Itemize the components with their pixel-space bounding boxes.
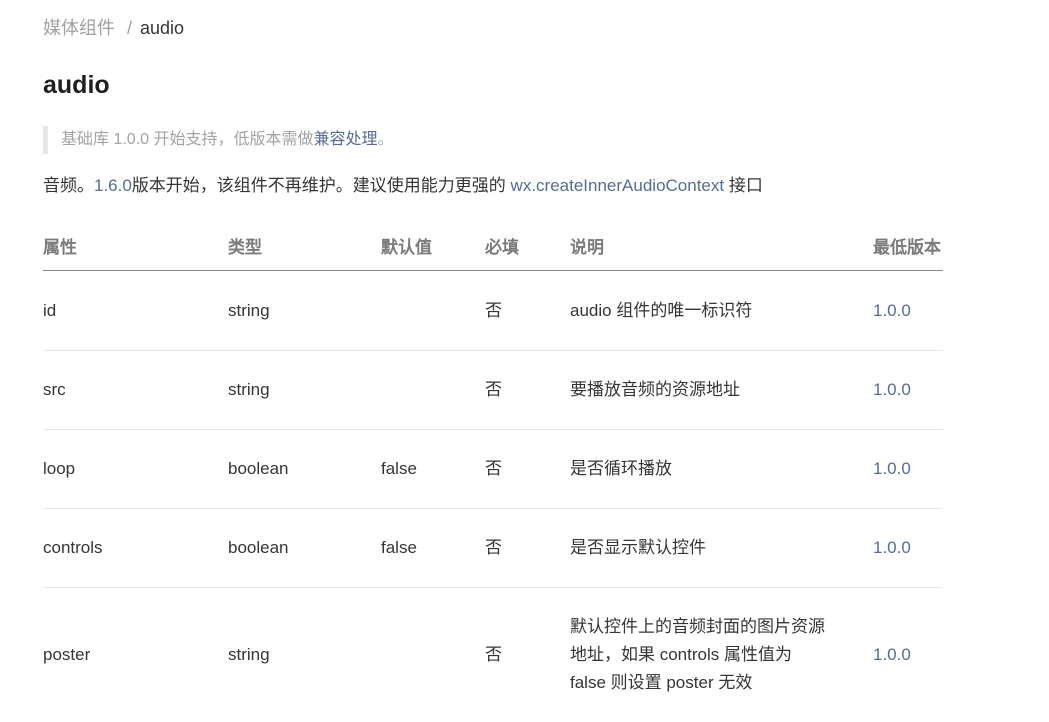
description-text: 默认控件上的音频封面的图片资源地址，如果 controls 属性值为 false… bbox=[570, 613, 832, 697]
header-description: 说明 bbox=[570, 220, 873, 271]
cell-name: poster bbox=[43, 588, 228, 722]
header-type: 类型 bbox=[228, 220, 381, 271]
page-title: audio bbox=[43, 68, 110, 102]
intro-paragraph: 音频。1.6.0版本开始，该组件不再维护。建议使用能力更强的 wx.create… bbox=[43, 173, 763, 199]
version-link[interactable]: 1.6.0 bbox=[94, 176, 132, 195]
table-row: id string 否 audio 组件的唯一标识符 1.0.0 bbox=[43, 271, 943, 351]
cell-default bbox=[381, 588, 485, 722]
support-note-text: 基础库 1.0.0 开始支持，低版本需做 bbox=[61, 131, 313, 148]
compat-link[interactable]: 兼容处理 bbox=[313, 131, 377, 148]
cell-required: 否 bbox=[485, 588, 570, 722]
support-note: 基础库 1.0.0 开始支持，低版本需做兼容处理。 bbox=[43, 126, 394, 154]
api-link[interactable]: wx.createInnerAudioContext bbox=[511, 176, 725, 195]
breadcrumb-current: audio bbox=[140, 18, 184, 38]
intro-suffix: 接口 bbox=[724, 176, 763, 195]
cell-version: 1.0.0 bbox=[873, 509, 943, 588]
cell-default: false bbox=[381, 509, 485, 588]
cell-version: 1.0.0 bbox=[873, 588, 943, 722]
header-name: 属性 bbox=[43, 220, 228, 271]
cell-default: false bbox=[381, 430, 485, 509]
cell-name: loop bbox=[43, 430, 228, 509]
support-note-suffix: 。 bbox=[378, 131, 394, 148]
cell-version: 1.0.0 bbox=[873, 271, 943, 351]
breadcrumb: 媒体组件 / audio bbox=[43, 16, 184, 40]
table-row: src string 否 要播放音频的资源地址 1.0.0 bbox=[43, 351, 943, 430]
cell-required: 否 bbox=[485, 271, 570, 351]
cell-required: 否 bbox=[485, 509, 570, 588]
cell-description: 要播放音频的资源地址 bbox=[570, 351, 873, 430]
header-default: 默认值 bbox=[381, 220, 485, 271]
intro-middle: 版本开始，该组件不再维护。建议使用能力更强的 bbox=[132, 176, 511, 195]
cell-name: controls bbox=[43, 509, 228, 588]
cell-type: string bbox=[228, 351, 381, 430]
breadcrumb-separator: / bbox=[127, 18, 132, 38]
cell-description: 默认控件上的音频封面的图片资源地址，如果 controls 属性值为 false… bbox=[570, 588, 873, 722]
header-required: 必填 bbox=[485, 220, 570, 271]
header-version: 最低版本 bbox=[873, 220, 943, 271]
table-header-row: 属性 类型 默认值 必填 说明 最低版本 bbox=[43, 220, 943, 271]
cell-description: 是否循环播放 bbox=[570, 430, 873, 509]
table-row: controls boolean false 否 是否显示默认控件 1.0.0 bbox=[43, 509, 943, 588]
table-row: poster string 否 默认控件上的音频封面的图片资源地址，如果 con… bbox=[43, 588, 943, 722]
breadcrumb-parent-link[interactable]: 媒体组件 bbox=[43, 18, 115, 38]
cell-description: 是否显示默认控件 bbox=[570, 509, 873, 588]
cell-name: src bbox=[43, 351, 228, 430]
cell-version: 1.0.0 bbox=[873, 351, 943, 430]
cell-version: 1.0.0 bbox=[873, 430, 943, 509]
cell-name: id bbox=[43, 271, 228, 351]
table-row: loop boolean false 否 是否循环播放 1.0.0 bbox=[43, 430, 943, 509]
intro-prefix: 音频。 bbox=[43, 176, 94, 195]
properties-table: 属性 类型 默认值 必填 说明 最低版本 id string 否 audio 组… bbox=[43, 220, 943, 722]
cell-default bbox=[381, 351, 485, 430]
cell-required: 否 bbox=[485, 351, 570, 430]
cell-type: boolean bbox=[228, 430, 381, 509]
cell-description: audio 组件的唯一标识符 bbox=[570, 271, 873, 351]
cell-type: string bbox=[228, 271, 381, 351]
cell-type: string bbox=[228, 588, 381, 722]
cell-default bbox=[381, 271, 485, 351]
cell-type: boolean bbox=[228, 509, 381, 588]
cell-required: 否 bbox=[485, 430, 570, 509]
